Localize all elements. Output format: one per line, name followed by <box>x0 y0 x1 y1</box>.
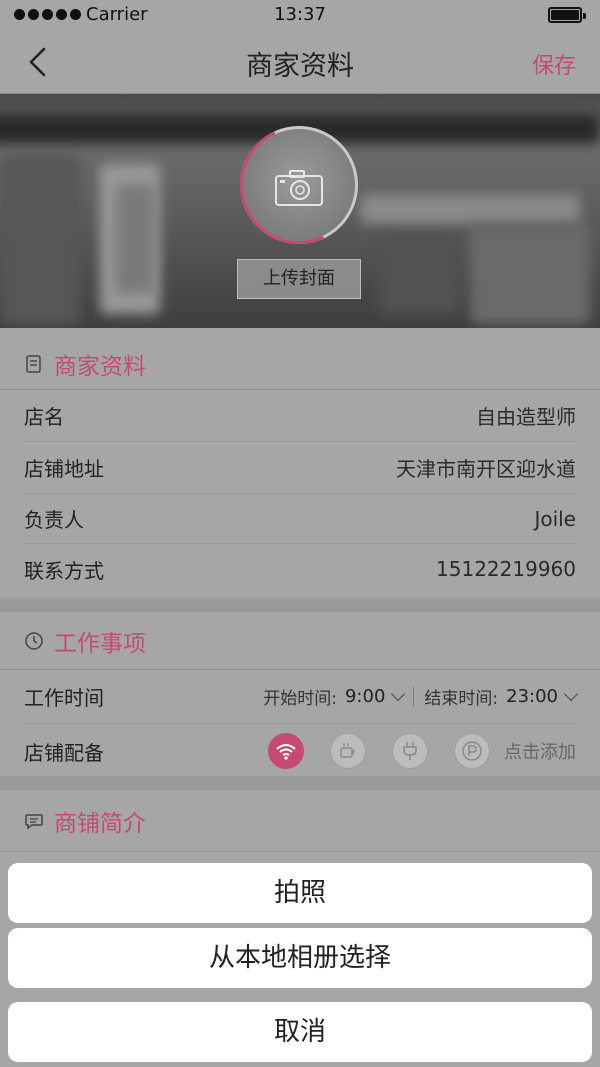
nav-bar: 商家资料 保存 <box>0 30 600 94</box>
plug-icon <box>403 742 417 760</box>
document-icon <box>26 354 41 373</box>
end-time-select[interactable]: 23:00 <box>506 686 558 707</box>
section-title: 工作事项 <box>54 630 146 657</box>
take-photo-button[interactable]: 拍照 <box>8 863 592 923</box>
divider <box>413 686 415 707</box>
section-header: 商家资料 <box>0 338 600 390</box>
save-button[interactable]: 保存 <box>532 48 576 80</box>
row-value: 15122219960 <box>436 557 576 581</box>
owner-row[interactable]: 负责人 Joile <box>24 494 576 544</box>
choose-from-album-button[interactable]: 从本地相册选择 <box>8 928 592 988</box>
upload-cover-button[interactable]: 上传封面 <box>237 259 361 299</box>
row-value: 天津市南开区迎水道 <box>396 457 576 481</box>
coffee-toggle[interactable] <box>330 733 366 769</box>
work-section: 工作事项 工作时间 开始时间: 9:00 结束时间: 23:00 店铺配备 点击… <box>0 612 600 776</box>
end-time-label: 结束时间: <box>424 689 499 709</box>
row-value: Joile <box>534 506 576 531</box>
camera-icon <box>275 170 323 206</box>
section-divider <box>0 776 600 790</box>
work-time-values: 开始时间: 9:00 结束时间: 23:00 <box>263 684 579 709</box>
row-label: 联系方式 <box>24 558 104 583</box>
coffee-icon <box>340 743 355 758</box>
store-address-row[interactable]: 店铺地址 天津市南开区迎水道 <box>24 442 576 494</box>
merchant-info-section: 商家资料 店名 自由造型师 店铺地址 天津市南开区迎水道 负责人 Joile 联… <box>0 338 600 598</box>
start-time-select[interactable]: 9:00 <box>345 686 385 707</box>
parking-icon <box>462 741 482 761</box>
row-label: 店名 <box>24 405 64 429</box>
wifi-toggle[interactable] <box>268 733 304 769</box>
contact-row[interactable]: 联系方式 15122219960 <box>24 544 576 594</box>
chevron-down-icon[interactable] <box>391 686 406 701</box>
store-name-row[interactable]: 店名 自由造型师 <box>24 390 576 442</box>
amenities-row: 店铺配备 点击添加 <box>24 724 576 778</box>
row-label: 工作时间 <box>24 686 104 710</box>
section-title: 商家资料 <box>54 353 146 380</box>
section-header: 商铺简介 <box>0 790 600 852</box>
row-label: 负责人 <box>24 508 84 532</box>
clock: 13:37 <box>274 4 326 25</box>
parking-toggle[interactable] <box>454 733 490 769</box>
wifi-icon <box>276 744 296 760</box>
intro-section: 商铺简介 <box>0 790 600 870</box>
start-time-label: 开始时间: <box>263 689 337 709</box>
row-label: 店铺地址 <box>24 457 104 481</box>
battery-icon <box>548 7 586 23</box>
section-divider <box>0 598 600 612</box>
work-time-row: 工作时间 开始时间: 9:00 结束时间: 23:00 <box>24 670 579 724</box>
clock-icon <box>25 631 43 650</box>
page-title: 商家资料 <box>246 51 354 82</box>
row-value: 自由造型师 <box>476 405 576 429</box>
add-amenity-link[interactable]: 点击添加 <box>504 738 576 764</box>
amenities-list: 点击添加 <box>268 733 576 769</box>
section-title: 商铺简介 <box>54 810 146 837</box>
cancel-button[interactable]: 取消 <box>8 1002 592 1062</box>
status-bar: Carrier 13:37 <box>0 0 600 30</box>
section-header: 工作事项 <box>0 612 600 670</box>
chat-icon <box>25 813 43 829</box>
plug-toggle[interactable] <box>392 733 428 769</box>
row-label: 店铺配备 <box>24 740 104 765</box>
chevron-down-icon[interactable] <box>563 686 579 701</box>
